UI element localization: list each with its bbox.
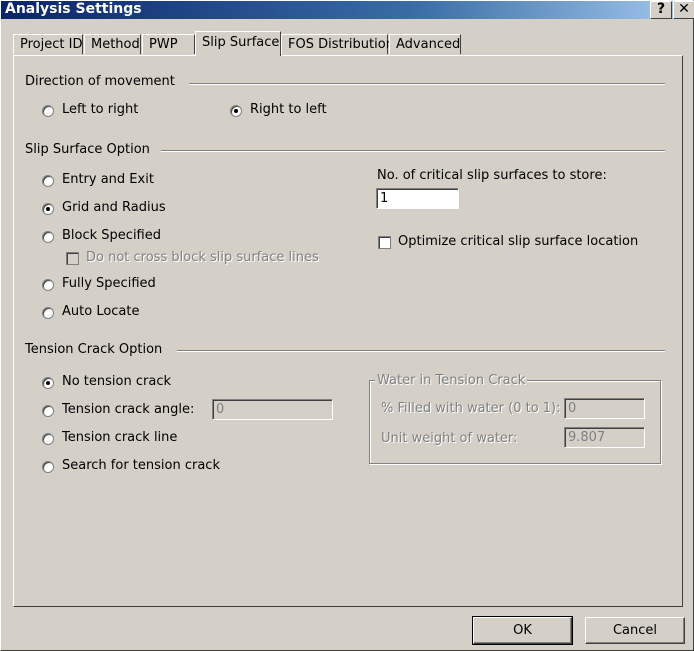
direction-divider bbox=[189, 83, 665, 85]
slip-surface-heading: Slip Surface Option bbox=[25, 142, 150, 157]
filled-with-water-input[interactable]: 0 bbox=[564, 398, 645, 419]
radio-fully-specified[interactable] bbox=[42, 279, 54, 291]
tension-crack-heading: Tension Crack Option bbox=[25, 342, 163, 357]
label-critical-surfaces-store: No. of critical slip surfaces to store: bbox=[377, 168, 607, 183]
close-button[interactable]: ✕ bbox=[673, 1, 694, 19]
label-no-tension-crack: No tension crack bbox=[62, 374, 171, 389]
tab-panel bbox=[13, 55, 683, 607]
label-search-tension-crack: Search for tension crack bbox=[62, 458, 220, 473]
label-block-specified: Block Specified bbox=[62, 228, 161, 243]
water-group-title: Water in Tension Crack bbox=[375, 373, 528, 389]
label-tension-crack-angle: Tension crack angle: bbox=[62, 402, 195, 417]
slip-surface-divider bbox=[161, 150, 665, 152]
help-button[interactable]: ? bbox=[650, 1, 672, 19]
label-tension-crack-line: Tension crack line bbox=[62, 430, 178, 445]
radio-tension-crack-angle[interactable] bbox=[42, 405, 54, 417]
radio-right-to-left[interactable] bbox=[230, 105, 242, 117]
cancel-button[interactable]: Cancel bbox=[585, 617, 685, 644]
radio-auto-locate[interactable] bbox=[42, 307, 54, 319]
radio-block-specified[interactable] bbox=[42, 231, 54, 243]
unit-weight-water-input[interactable]: 9.807 bbox=[564, 427, 645, 448]
tab-fos-distribution[interactable]: FOS Distribution bbox=[281, 34, 394, 54]
radio-left-to-right[interactable] bbox=[42, 105, 54, 117]
label-right-to-left: Right to left bbox=[250, 102, 327, 117]
tab-slip-surface[interactable]: Slip Surface bbox=[195, 31, 281, 56]
title-bar[interactable]: Analysis Settings ? ✕ bbox=[1, 1, 694, 19]
tension-crack-divider bbox=[177, 350, 665, 352]
ok-button[interactable]: OK bbox=[472, 616, 573, 645]
tab-advanced[interactable]: Advanced bbox=[389, 34, 461, 54]
tab-method[interactable]: Method bbox=[84, 34, 141, 54]
label-left-to-right: Left to right bbox=[62, 102, 139, 117]
radio-tension-crack-line[interactable] bbox=[42, 433, 54, 445]
checkbox-optimize-critical[interactable] bbox=[378, 236, 391, 249]
label-unit-weight-water: Unit weight of water: bbox=[381, 431, 518, 446]
radio-no-tension-crack[interactable] bbox=[42, 377, 54, 389]
label-grid-and-radius: Grid and Radius bbox=[62, 200, 166, 215]
analysis-settings-dialog: Analysis Settings ? ✕ Project ID Method … bbox=[0, 0, 694, 651]
label-do-not-cross-block: Do not cross block slip surface lines bbox=[86, 250, 319, 265]
water-tension-crack-group bbox=[369, 380, 661, 464]
radio-grid-and-radius[interactable] bbox=[42, 203, 54, 215]
tab-project-id[interactable]: Project ID bbox=[13, 34, 83, 54]
label-filled-with-water: % Filled with water (0 to 1): bbox=[381, 401, 561, 416]
checkbox-do-not-cross-block[interactable] bbox=[66, 252, 79, 265]
label-auto-locate: Auto Locate bbox=[62, 304, 140, 319]
label-optimize-critical: Optimize critical slip surface location bbox=[398, 234, 639, 249]
critical-surfaces-input[interactable]: 1 bbox=[376, 188, 459, 209]
label-fully-specified: Fully Specified bbox=[62, 276, 156, 291]
tab-pwp[interactable]: PWP bbox=[142, 34, 195, 54]
tension-crack-angle-input[interactable]: 0 bbox=[212, 399, 333, 420]
radio-search-tension-crack[interactable] bbox=[42, 461, 54, 473]
window-title: Analysis Settings bbox=[5, 1, 142, 17]
label-entry-and-exit: Entry and Exit bbox=[62, 172, 154, 187]
radio-entry-and-exit[interactable] bbox=[42, 175, 54, 187]
direction-heading: Direction of movement bbox=[25, 74, 175, 89]
